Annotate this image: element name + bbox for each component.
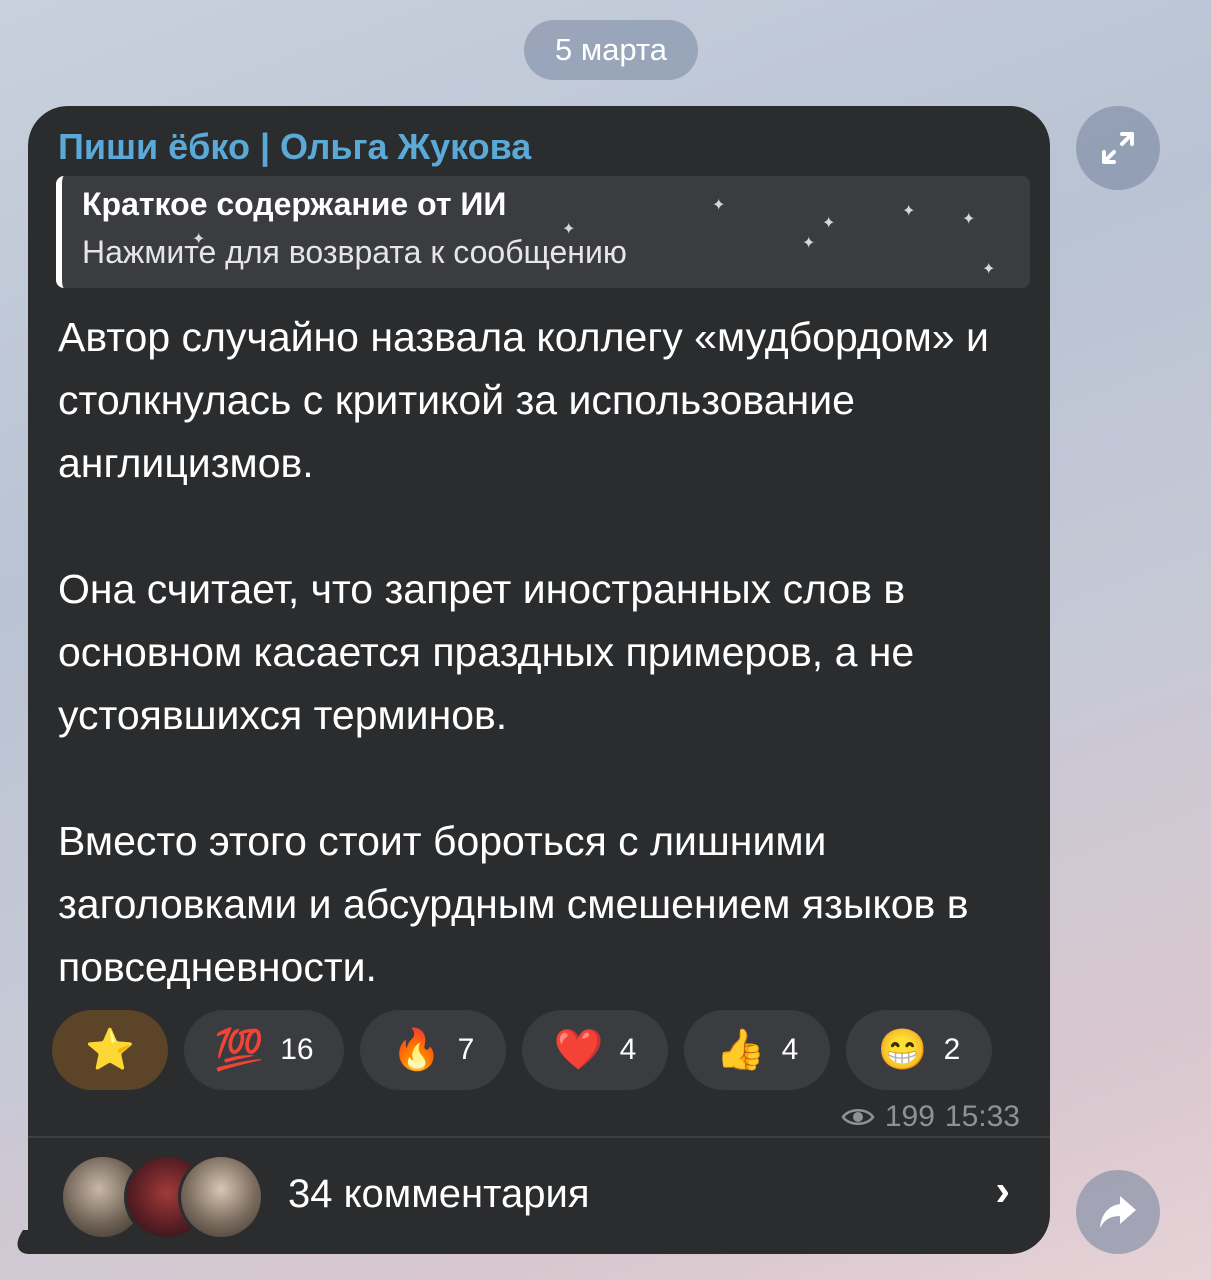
message-meta: 199 15:33 bbox=[841, 1100, 1020, 1134]
paragraph: Вместо этого стоит бороться с лишними за… bbox=[58, 818, 969, 990]
view-count: 199 bbox=[884, 1100, 935, 1133]
thumbs-up-icon: 👍 bbox=[715, 1028, 766, 1072]
reaction-count: 4 bbox=[619, 1033, 637, 1066]
reaction-fire[interactable]: 🔥 7 bbox=[360, 1010, 506, 1090]
paragraph: Она считает, что запрет иностранных слов… bbox=[58, 566, 915, 738]
grinning-face-icon: 😁 bbox=[877, 1028, 928, 1072]
ai-summary-quote[interactable]: Краткое содержание от ИИ Нажмите для воз… bbox=[56, 176, 1030, 288]
date-pill: 5 марта bbox=[524, 20, 698, 80]
reaction-grin[interactable]: 😁 2 bbox=[846, 1010, 992, 1090]
reaction-heart[interactable]: ❤️ 4 bbox=[522, 1010, 668, 1090]
avatar bbox=[178, 1154, 264, 1240]
sparkle-icon: ✦ bbox=[982, 261, 996, 278]
sparkle-icon: ✦ bbox=[562, 221, 576, 238]
comments-row[interactable]: 34 комментария › bbox=[28, 1138, 1050, 1254]
reaction-count: 4 bbox=[781, 1033, 799, 1066]
forward-button[interactable] bbox=[1076, 1170, 1160, 1254]
reaction-hundred[interactable]: 💯 16 bbox=[184, 1010, 344, 1090]
forward-arrow-icon bbox=[1100, 1196, 1136, 1228]
message-text: Автор случайно назвала коллегу «мудбордо… bbox=[58, 306, 1038, 1062]
eye-icon bbox=[841, 1109, 875, 1125]
star-icon: ⭐ bbox=[85, 1028, 135, 1072]
reaction-count: 7 bbox=[457, 1033, 475, 1066]
paragraph: Автор случайно назвала коллегу «мудбордо… bbox=[58, 314, 989, 486]
sparkle-icon: ✦ bbox=[902, 203, 916, 220]
sparkle-icon: ✦ bbox=[192, 231, 206, 248]
reaction-count: 16 bbox=[280, 1033, 314, 1066]
sparkle-icon: ✦ bbox=[822, 215, 836, 232]
expand-icon bbox=[1102, 132, 1134, 164]
quote-title: Краткое содержание от ИИ bbox=[82, 186, 507, 222]
sparkle-icon: ✦ bbox=[802, 235, 816, 252]
expand-button[interactable] bbox=[1076, 106, 1160, 190]
heart-icon: ❤️ bbox=[553, 1028, 604, 1072]
message-bubble[interactable]: Пиши ёбко | Ольга Жукова Краткое содержа… bbox=[28, 106, 1050, 1254]
quote-subtitle: Нажмите для возврата к сообщению bbox=[82, 234, 627, 270]
reaction-star[interactable]: ⭐ bbox=[52, 1010, 168, 1090]
fire-icon: 🔥 bbox=[391, 1028, 442, 1072]
message-time: 15:33 bbox=[944, 1100, 1020, 1133]
channel-name[interactable]: Пиши ёбко | Ольга Жукова bbox=[58, 126, 531, 168]
sparkle-icon: ✦ bbox=[712, 197, 726, 214]
reaction-count: 2 bbox=[943, 1033, 961, 1066]
sparkle-icon: ✦ bbox=[962, 211, 976, 228]
reaction-thumbs-up[interactable]: 👍 4 bbox=[684, 1010, 830, 1090]
comments-label: 34 комментария bbox=[288, 1172, 590, 1216]
hundred-points-icon: 💯 bbox=[214, 1028, 265, 1072]
chevron-right-icon: › bbox=[995, 1166, 1010, 1215]
